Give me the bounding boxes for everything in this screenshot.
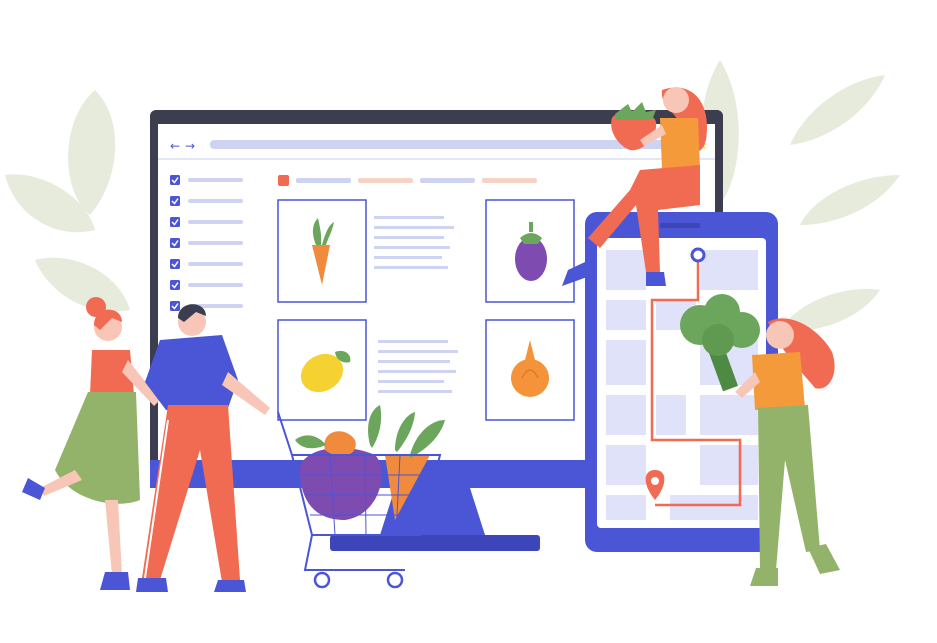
product-card-onion (485, 319, 575, 421)
shoe-right (808, 544, 840, 574)
filter-pill-2 (358, 178, 413, 183)
filter-pill-4 (482, 178, 537, 183)
online-grocery-scene: ← → ★ (5, 60, 900, 592)
forward-arrow-icon: → (185, 139, 195, 153)
checklist-label-line (188, 283, 243, 287)
leaf-right-2 (790, 75, 885, 145)
filter-pill-1 (296, 178, 351, 183)
leaf-right-3 (800, 175, 900, 225)
checkbox-icon (170, 217, 180, 227)
shirt (752, 352, 805, 410)
route-start-icon (690, 247, 706, 263)
cart-icon (278, 175, 289, 186)
shoe-right (214, 580, 246, 592)
leg-front (105, 500, 122, 575)
checklist-label-line (188, 220, 243, 224)
shoe-front (100, 572, 130, 590)
shoe-left (750, 568, 778, 586)
checkbox-icon (170, 196, 180, 206)
filter-pill-3 (420, 178, 475, 183)
checklist-label-line (188, 262, 243, 266)
cart-wheel-right (386, 571, 404, 589)
leaf-left-3 (35, 257, 130, 312)
back-arrow-icon: ← (170, 139, 180, 153)
address-bar (210, 140, 690, 149)
checkbox-icon (170, 259, 180, 269)
cart-wheel-left (313, 571, 331, 589)
phone-speaker (660, 223, 700, 228)
shoe-right (646, 272, 666, 286)
product-card-eggplant (485, 199, 575, 303)
shoe-left (136, 578, 168, 592)
browser-divider (158, 158, 715, 160)
woman-hugging-man (22, 297, 160, 590)
checkbox-icon (170, 280, 180, 290)
checklist-label-line (188, 199, 243, 203)
eggplant-in-cart (300, 447, 382, 520)
checkbox-icon (170, 301, 180, 311)
checkbox-icon (170, 175, 180, 185)
checklist-label-line (188, 241, 243, 245)
monitor-foot (330, 535, 540, 551)
dress-skirt (55, 392, 140, 504)
checklist-label-line (188, 178, 243, 182)
leaf-left-1 (68, 90, 116, 215)
pants (758, 405, 820, 570)
head (663, 87, 689, 113)
shirt (660, 118, 700, 170)
checkbox-icon (170, 238, 180, 248)
head (766, 321, 794, 349)
shoe-back (22, 478, 45, 500)
shirt (145, 335, 238, 410)
